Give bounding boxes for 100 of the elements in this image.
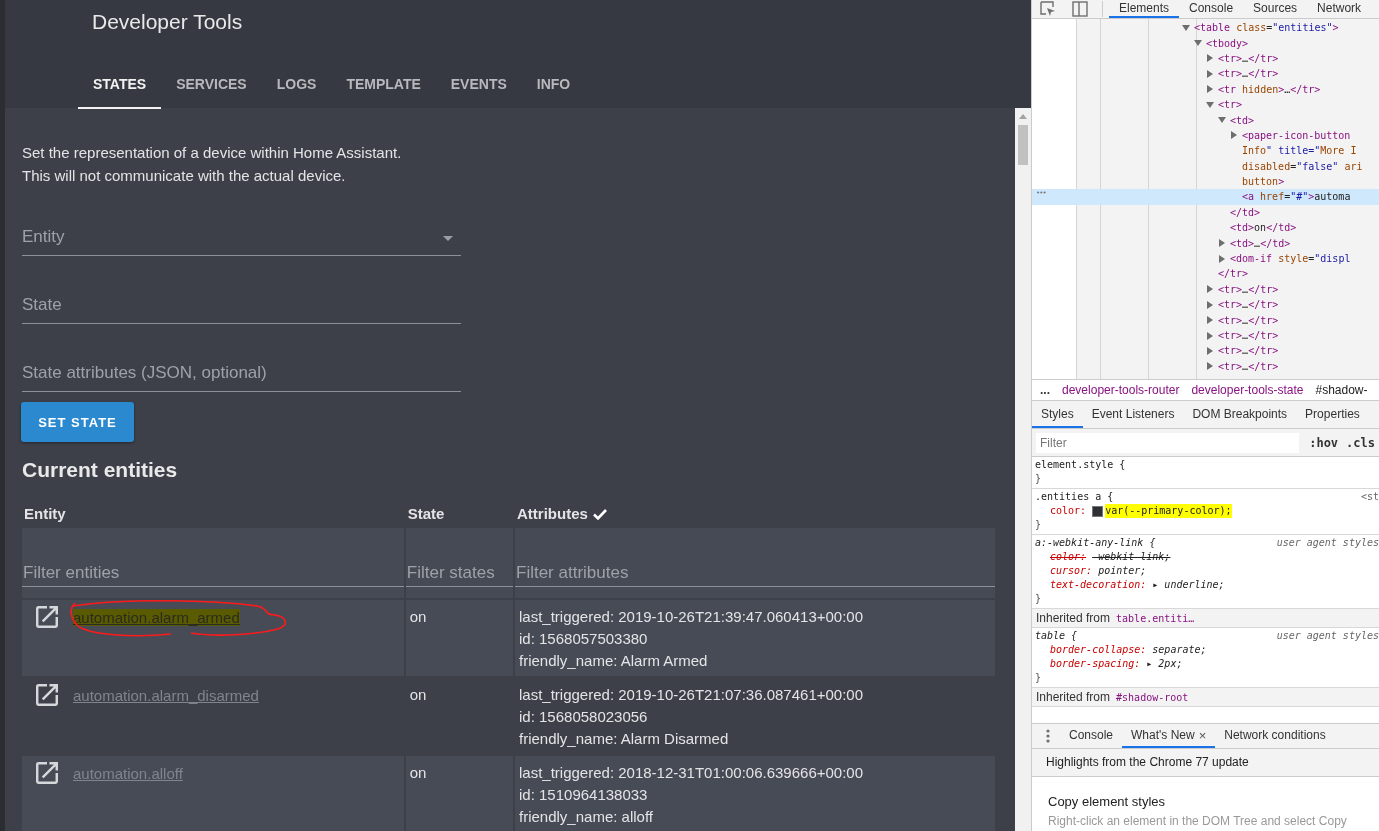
- panel-tab[interactable]: Properties: [1296, 401, 1369, 428]
- tab[interactable]: TEMPLATE: [331, 62, 436, 109]
- tree-row[interactable]: <tr>…</tr>: [1032, 281, 1379, 298]
- open-in-new-icon[interactable]: [36, 606, 58, 628]
- collapse-arrow-icon[interactable]: [1218, 116, 1226, 125]
- devtools-tab[interactable]: Network: [1307, 0, 1372, 18]
- css-property[interactable]: color:: [1050, 504, 1087, 518]
- collapse-arrow-icon[interactable]: [1206, 100, 1214, 109]
- expand-arrow-icon[interactable]: [1206, 316, 1214, 325]
- collapse-arrow-icon[interactable]: [1194, 39, 1202, 48]
- expand-arrow-icon[interactable]: [1218, 254, 1226, 263]
- tree-row[interactable]: <tr>: [1032, 96, 1379, 113]
- page-title: Developer Tools: [92, 9, 244, 35]
- tree-row[interactable]: <tr hidden>…</tr>: [1032, 81, 1379, 97]
- tree-row[interactable]: <tr>…</tr>: [1032, 358, 1379, 374]
- filter-field[interactable]: Filter attributes: [515, 528, 995, 598]
- tab[interactable]: SERVICES: [161, 62, 262, 109]
- css-value[interactable]: ▸ 2px;: [1146, 657, 1183, 671]
- tree-row[interactable]: <dom-if style="displ: [1032, 250, 1379, 267]
- panel-tab[interactable]: DOM Breakpoints: [1183, 401, 1297, 428]
- css-selector: table {: [1035, 629, 1078, 643]
- breadcrumb[interactable]: developer-tools-state: [1191, 383, 1304, 397]
- css-value[interactable]: -webkit-link;: [1092, 550, 1171, 564]
- device-icon[interactable]: [1072, 1, 1088, 17]
- expand-arrow-icon[interactable]: [1206, 85, 1214, 94]
- filter-field[interactable]: Filter states: [405, 528, 513, 598]
- expand-arrow-icon[interactable]: [1206, 69, 1214, 78]
- tree-row[interactable]: <paper-icon-button: [1032, 127, 1379, 144]
- scrollbar[interactable]: [1015, 108, 1031, 831]
- close-button[interactable]: ×: [1194, 727, 1207, 743]
- breadcrumb[interactable]: #shadow-: [1315, 383, 1368, 397]
- css-property[interactable]: border-spacing:: [1050, 657, 1141, 671]
- expand-arrow-icon[interactable]: [1218, 239, 1226, 248]
- css-property[interactable]: border-collapse:: [1050, 643, 1147, 657]
- input-field[interactable]: State attributes (JSON, optional): [22, 359, 461, 386]
- tree-row[interactable]: <tr>…</tr>: [1032, 50, 1379, 67]
- expand-arrow-icon[interactable]: [1206, 54, 1214, 63]
- expand-arrow-icon[interactable]: [1206, 300, 1214, 309]
- css-value[interactable]: ▸ underline;: [1152, 578, 1225, 592]
- attribute-text: id: 1568057503380: [519, 629, 649, 649]
- description-text: Set the representation of a device within Home Assistant.: [22, 143, 403, 163]
- tree-row[interactable]: <tr>…</tr>: [1032, 297, 1379, 313]
- toggle-button[interactable]: :hov: [1305, 435, 1343, 450]
- tab[interactable]: STATES: [78, 62, 162, 109]
- tree-row[interactable]: <tr>…</tr>: [1032, 66, 1379, 82]
- css-property[interactable]: cursor:: [1050, 564, 1093, 578]
- tab[interactable]: LOGS: [261, 62, 332, 109]
- filter-field[interactable]: Filter entities: [22, 528, 404, 598]
- input-field[interactable]: State: [22, 291, 461, 318]
- panel-tab[interactable]: Event Listeners: [1082, 401, 1184, 428]
- tree-row[interactable]: <tr>…</tr>: [1032, 312, 1379, 328]
- code-line: <paper-icon-button: [1242, 129, 1351, 141]
- devtools-tab[interactable]: Sources: [1243, 0, 1308, 18]
- source-link[interactable]: <st: [1360, 490, 1379, 504]
- css-value[interactable]: separate;: [1152, 643, 1207, 657]
- expand-arrow-icon[interactable]: [1206, 331, 1214, 340]
- breadcrumb[interactable]: ...: [1040, 383, 1050, 397]
- code-line: <table class="entities">: [1194, 22, 1339, 34]
- expand-arrow-icon[interactable]: [1206, 362, 1214, 371]
- tab-label[interactable]: What's New: [1131, 728, 1195, 742]
- inherited-label: Inherited from: [1036, 690, 1111, 704]
- css-value[interactable]: pointer;: [1098, 564, 1147, 578]
- caret-icon[interactable]: [443, 236, 453, 241]
- tab[interactable]: EVENTS: [435, 62, 522, 109]
- tree-row[interactable]: <tbody>: [1032, 35, 1379, 51]
- code-line: <tr>…</tr>: [1218, 360, 1279, 372]
- open-in-new-icon[interactable]: [36, 762, 58, 784]
- scroll-thumb[interactable]: [1018, 125, 1028, 165]
- more-icon[interactable]: [1046, 729, 1050, 743]
- tab[interactable]: INFO: [521, 62, 586, 109]
- tab-label[interactable]: Network conditions: [1224, 728, 1326, 742]
- tab-label[interactable]: Console: [1069, 728, 1114, 742]
- css-property[interactable]: text-decoration:: [1050, 578, 1147, 592]
- tree-row[interactable]: <table class="entities">: [1032, 20, 1379, 36]
- tree-row[interactable]: <td>…</td>: [1032, 235, 1379, 251]
- element-link[interactable]: table.entiti…: [1116, 613, 1195, 624]
- drawer-tab[interactable]: Network conditions: [1215, 724, 1335, 748]
- toggle-button[interactable]: .cls: [1342, 435, 1379, 450]
- open-in-new-icon[interactable]: [36, 684, 58, 706]
- breadcrumb[interactable]: developer-tools-router: [1062, 383, 1180, 397]
- expand-arrow-icon[interactable]: [1206, 346, 1214, 355]
- css-value[interactable]: var(--primary-color);: [1105, 504, 1232, 518]
- inspect-icon[interactable]: [1040, 1, 1056, 17]
- color-swatch[interactable]: [1092, 505, 1104, 517]
- tree-row[interactable]: <tr>…</tr>: [1032, 343, 1379, 359]
- devtools-tab[interactable]: Console: [1179, 0, 1244, 18]
- expand-arrow-icon[interactable]: [1230, 131, 1238, 140]
- filter-field[interactable]: Filter: [1036, 432, 1300, 453]
- tree-row[interactable]: <td>: [1032, 112, 1379, 128]
- code-line: <tbody>: [1206, 37, 1249, 49]
- tree-row[interactable]: <td>on</td>: [1032, 220, 1379, 236]
- set-state-button[interactable]: SET STATE: [21, 402, 134, 442]
- expand-arrow-icon[interactable]: [1206, 285, 1214, 294]
- collapse-arrow-icon[interactable]: [1182, 23, 1190, 32]
- drawer-tab[interactable]: Console: [1060, 724, 1123, 748]
- dropdown-field[interactable]: Entity: [22, 223, 461, 250]
- element-link[interactable]: #shadow-root: [1116, 692, 1189, 703]
- tree-row[interactable]: <tr>…</tr>: [1032, 327, 1379, 344]
- code-line: <tr>…</tr>: [1218, 52, 1279, 64]
- css-property[interactable]: color:: [1050, 550, 1087, 564]
